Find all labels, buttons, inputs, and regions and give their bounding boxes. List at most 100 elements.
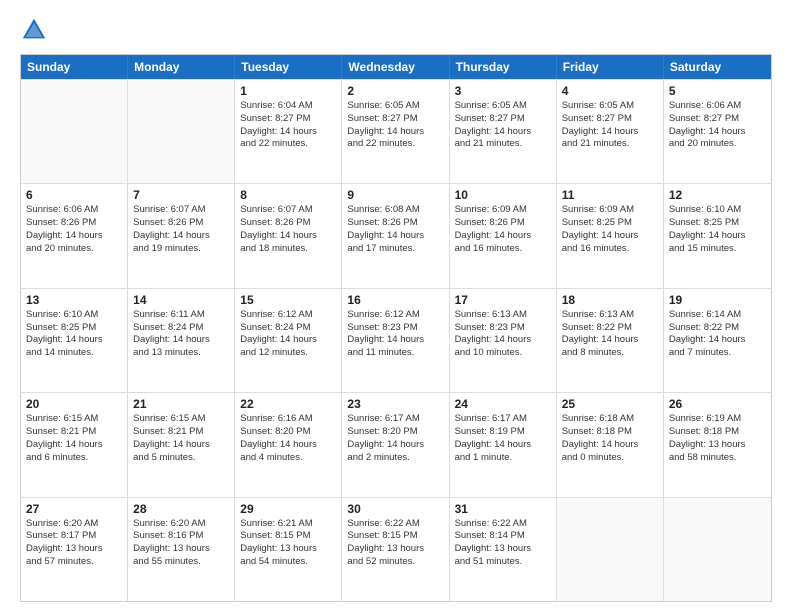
cell-info-line: and 11 minutes. [347, 347, 443, 360]
cell-info-line: and 6 minutes. [26, 452, 122, 465]
day-number: 11 [562, 188, 658, 202]
cell-info-line: and 0 minutes. [562, 452, 658, 465]
calendar-cell: 4Sunrise: 6:05 AMSunset: 8:27 PMDaylight… [557, 80, 664, 183]
calendar-row-1: 6Sunrise: 6:06 AMSunset: 8:26 PMDaylight… [21, 183, 771, 287]
calendar-cell: 22Sunrise: 6:16 AMSunset: 8:20 PMDayligh… [235, 393, 342, 496]
calendar-cell: 28Sunrise: 6:20 AMSunset: 8:16 PMDayligh… [128, 498, 235, 601]
cell-info-line: Sunrise: 6:11 AM [133, 309, 229, 322]
cell-info-line: Daylight: 14 hours [133, 230, 229, 243]
cell-info-line: Daylight: 14 hours [455, 126, 551, 139]
calendar-cell: 26Sunrise: 6:19 AMSunset: 8:18 PMDayligh… [664, 393, 771, 496]
cell-info-line: Sunrise: 6:20 AM [133, 518, 229, 531]
day-number: 13 [26, 293, 122, 307]
cell-info-line: Daylight: 14 hours [669, 126, 766, 139]
cell-info-line: Sunset: 8:27 PM [669, 113, 766, 126]
cell-info-line: and 2 minutes. [347, 452, 443, 465]
calendar-cell: 11Sunrise: 6:09 AMSunset: 8:25 PMDayligh… [557, 184, 664, 287]
cell-info-line: and 54 minutes. [240, 556, 336, 569]
cell-info-line: Daylight: 14 hours [240, 439, 336, 452]
calendar-cell: 20Sunrise: 6:15 AMSunset: 8:21 PMDayligh… [21, 393, 128, 496]
day-number: 4 [562, 84, 658, 98]
cell-info-line: Sunset: 8:25 PM [562, 217, 658, 230]
day-number: 30 [347, 502, 443, 516]
calendar-cell [128, 80, 235, 183]
cell-info-line: Sunset: 8:19 PM [455, 426, 551, 439]
cell-info-line: Daylight: 14 hours [562, 230, 658, 243]
cell-info-line: Daylight: 14 hours [240, 334, 336, 347]
cell-info-line: Sunrise: 6:06 AM [669, 100, 766, 113]
weekday-header-sunday: Sunday [21, 55, 128, 79]
cell-info-line: Sunrise: 6:12 AM [347, 309, 443, 322]
calendar-cell: 25Sunrise: 6:18 AMSunset: 8:18 PMDayligh… [557, 393, 664, 496]
cell-info-line: Daylight: 14 hours [240, 126, 336, 139]
calendar-cell: 7Sunrise: 6:07 AMSunset: 8:26 PMDaylight… [128, 184, 235, 287]
cell-info-line: Sunset: 8:26 PM [240, 217, 336, 230]
cell-info-line: and 20 minutes. [669, 138, 766, 151]
cell-info-line: Sunset: 8:26 PM [347, 217, 443, 230]
weekday-header-monday: Monday [128, 55, 235, 79]
cell-info-line: and 21 minutes. [455, 138, 551, 151]
cell-info-line: Sunrise: 6:07 AM [240, 204, 336, 217]
cell-info-line: Sunrise: 6:20 AM [26, 518, 122, 531]
calendar-cell: 27Sunrise: 6:20 AMSunset: 8:17 PMDayligh… [21, 498, 128, 601]
calendar: SundayMondayTuesdayWednesdayThursdayFrid… [20, 54, 772, 602]
cell-info-line: and 19 minutes. [133, 243, 229, 256]
cell-info-line: and 51 minutes. [455, 556, 551, 569]
calendar-header: SundayMondayTuesdayWednesdayThursdayFrid… [21, 55, 771, 79]
calendar-cell: 9Sunrise: 6:08 AMSunset: 8:26 PMDaylight… [342, 184, 449, 287]
cell-info-line: and 16 minutes. [455, 243, 551, 256]
cell-info-line: Sunset: 8:23 PM [347, 322, 443, 335]
cell-info-line: Sunset: 8:21 PM [133, 426, 229, 439]
cell-info-line: Sunset: 8:27 PM [347, 113, 443, 126]
day-number: 2 [347, 84, 443, 98]
cell-info-line: Daylight: 13 hours [240, 543, 336, 556]
calendar-cell: 18Sunrise: 6:13 AMSunset: 8:22 PMDayligh… [557, 289, 664, 392]
cell-info-line: and 22 minutes. [347, 138, 443, 151]
cell-info-line: Sunrise: 6:05 AM [562, 100, 658, 113]
cell-info-line: Daylight: 14 hours [26, 230, 122, 243]
cell-info-line: Daylight: 14 hours [669, 334, 766, 347]
cell-info-line: Sunrise: 6:14 AM [669, 309, 766, 322]
cell-info-line: Sunrise: 6:19 AM [669, 413, 766, 426]
cell-info-line: and 10 minutes. [455, 347, 551, 360]
logo [20, 16, 52, 44]
cell-info-line: and 15 minutes. [669, 243, 766, 256]
cell-info-line: Daylight: 14 hours [347, 126, 443, 139]
cell-info-line: Sunrise: 6:16 AM [240, 413, 336, 426]
cell-info-line: Sunrise: 6:15 AM [26, 413, 122, 426]
calendar-cell: 21Sunrise: 6:15 AMSunset: 8:21 PMDayligh… [128, 393, 235, 496]
cell-info-line: Daylight: 14 hours [26, 439, 122, 452]
cell-info-line: and 21 minutes. [562, 138, 658, 151]
day-number: 24 [455, 397, 551, 411]
cell-info-line: Sunset: 8:23 PM [455, 322, 551, 335]
calendar-cell [664, 498, 771, 601]
cell-info-line: and 1 minute. [455, 452, 551, 465]
logo-icon [20, 16, 48, 44]
cell-info-line: Daylight: 14 hours [133, 439, 229, 452]
weekday-header-saturday: Saturday [664, 55, 771, 79]
day-number: 19 [669, 293, 766, 307]
day-number: 9 [347, 188, 443, 202]
cell-info-line: Sunrise: 6:17 AM [347, 413, 443, 426]
cell-info-line: Daylight: 14 hours [562, 334, 658, 347]
calendar-cell: 1Sunrise: 6:04 AMSunset: 8:27 PMDaylight… [235, 80, 342, 183]
cell-info-line: Sunset: 8:27 PM [562, 113, 658, 126]
calendar-cell: 13Sunrise: 6:10 AMSunset: 8:25 PMDayligh… [21, 289, 128, 392]
day-number: 29 [240, 502, 336, 516]
day-number: 16 [347, 293, 443, 307]
calendar-cell: 10Sunrise: 6:09 AMSunset: 8:26 PMDayligh… [450, 184, 557, 287]
cell-info-line: Sunrise: 6:04 AM [240, 100, 336, 113]
calendar-row-3: 20Sunrise: 6:15 AMSunset: 8:21 PMDayligh… [21, 392, 771, 496]
calendar-cell: 14Sunrise: 6:11 AMSunset: 8:24 PMDayligh… [128, 289, 235, 392]
cell-info-line: Daylight: 13 hours [669, 439, 766, 452]
cell-info-line: Sunset: 8:20 PM [240, 426, 336, 439]
day-number: 6 [26, 188, 122, 202]
day-number: 7 [133, 188, 229, 202]
calendar-cell: 31Sunrise: 6:22 AMSunset: 8:14 PMDayligh… [450, 498, 557, 601]
cell-info-line: Sunset: 8:20 PM [347, 426, 443, 439]
cell-info-line: and 20 minutes. [26, 243, 122, 256]
cell-info-line: Sunset: 8:26 PM [455, 217, 551, 230]
day-number: 25 [562, 397, 658, 411]
cell-info-line: Daylight: 14 hours [562, 439, 658, 452]
cell-info-line: Sunrise: 6:22 AM [347, 518, 443, 531]
